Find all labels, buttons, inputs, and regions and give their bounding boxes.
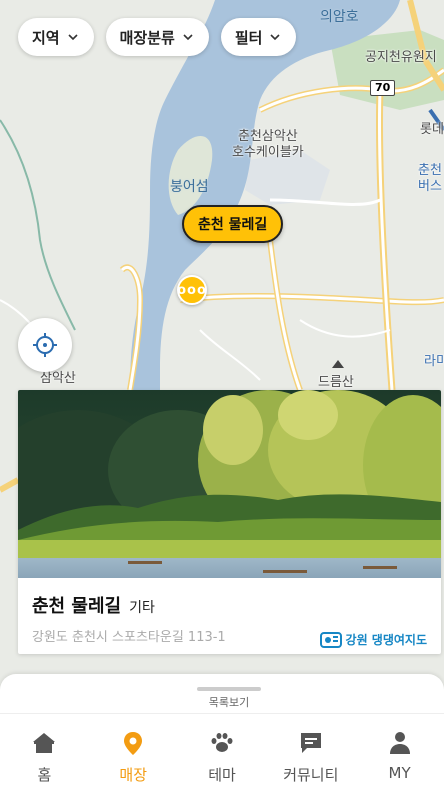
- place-title: 춘천 물레길: [32, 596, 122, 617]
- person-icon: [389, 732, 410, 754]
- tab-home[interactable]: 홈: [0, 714, 89, 787]
- bottom-tab-bar: 홈 매장 테마 커뮤니티 MY: [0, 713, 444, 787]
- map-label-chuncheon-bus: 춘천 버스: [418, 163, 442, 194]
- crosshair-icon: [33, 333, 57, 357]
- tab-my[interactable]: MY: [355, 714, 444, 787]
- tab-theme[interactable]: 테마: [178, 714, 267, 787]
- filter-chip-label: 지역: [32, 28, 60, 47]
- place-category: 기타: [129, 600, 155, 616]
- filter-chip-label: 필터: [234, 28, 263, 47]
- chevron-down-icon: [68, 34, 78, 41]
- map-label-uiamho: 의암호: [320, 9, 359, 25]
- map-label-lotte: 롯데: [420, 122, 444, 137]
- gangwon-logo: 강원 댕댕여지도: [319, 630, 427, 648]
- filter-chip-filter[interactable]: 필터: [220, 18, 297, 56]
- filter-chip-label: 매장분류: [119, 28, 175, 47]
- dog-map-logo-icon: [319, 632, 342, 648]
- paw-icon: [211, 733, 233, 752]
- map-label-samaksan-cable: 춘천삼악산 호수케이블카: [232, 129, 304, 160]
- map-label-gongji: 공지천유원지: [365, 50, 437, 65]
- tab-label: 매장: [119, 766, 147, 784]
- chevron-down-icon: [270, 34, 280, 41]
- list-view-label[interactable]: 목록보기: [0, 694, 444, 710]
- current-location-button[interactable]: [18, 318, 72, 372]
- tab-store[interactable]: 매장: [89, 714, 178, 787]
- chat-bubble-icon: [300, 733, 321, 753]
- map-marker-cluster[interactable]: ooo: [177, 275, 207, 305]
- map-label-bungeoseom: 붕어섬: [170, 179, 209, 195]
- home-icon: [33, 733, 56, 753]
- road-number-badge: 70: [370, 80, 396, 96]
- tab-label: MY: [388, 764, 411, 782]
- location-pin-icon: [124, 732, 143, 755]
- filter-chip-region[interactable]: 지역: [18, 18, 94, 56]
- place-photo: [18, 390, 441, 578]
- list-view-sheet[interactable]: 목록보기: [0, 674, 444, 714]
- map-label-lami: 라미: [424, 354, 444, 369]
- map-marker-selected[interactable]: 춘천 물레길: [182, 205, 284, 243]
- map-label-deureumsan: 드름산: [318, 375, 354, 390]
- tab-label: 테마: [208, 766, 236, 784]
- tab-label: 홈: [37, 766, 52, 784]
- filter-chip-store-category[interactable]: 매장분류: [105, 18, 209, 56]
- tab-community[interactable]: 커뮤니티: [266, 714, 355, 787]
- tab-label: 커뮤니티: [283, 766, 339, 784]
- chevron-down-icon: [183, 34, 193, 41]
- logo-text: 강원 댕댕여지도: [345, 632, 427, 647]
- filter-bar: 지역 매장분류 필터: [18, 18, 297, 56]
- place-card[interactable]: 춘천 물레길 기타 강원도 춘천시 스포츠타운길 113-1 강원 댕댕여지도: [18, 390, 441, 654]
- sheet-drag-handle[interactable]: [197, 687, 261, 691]
